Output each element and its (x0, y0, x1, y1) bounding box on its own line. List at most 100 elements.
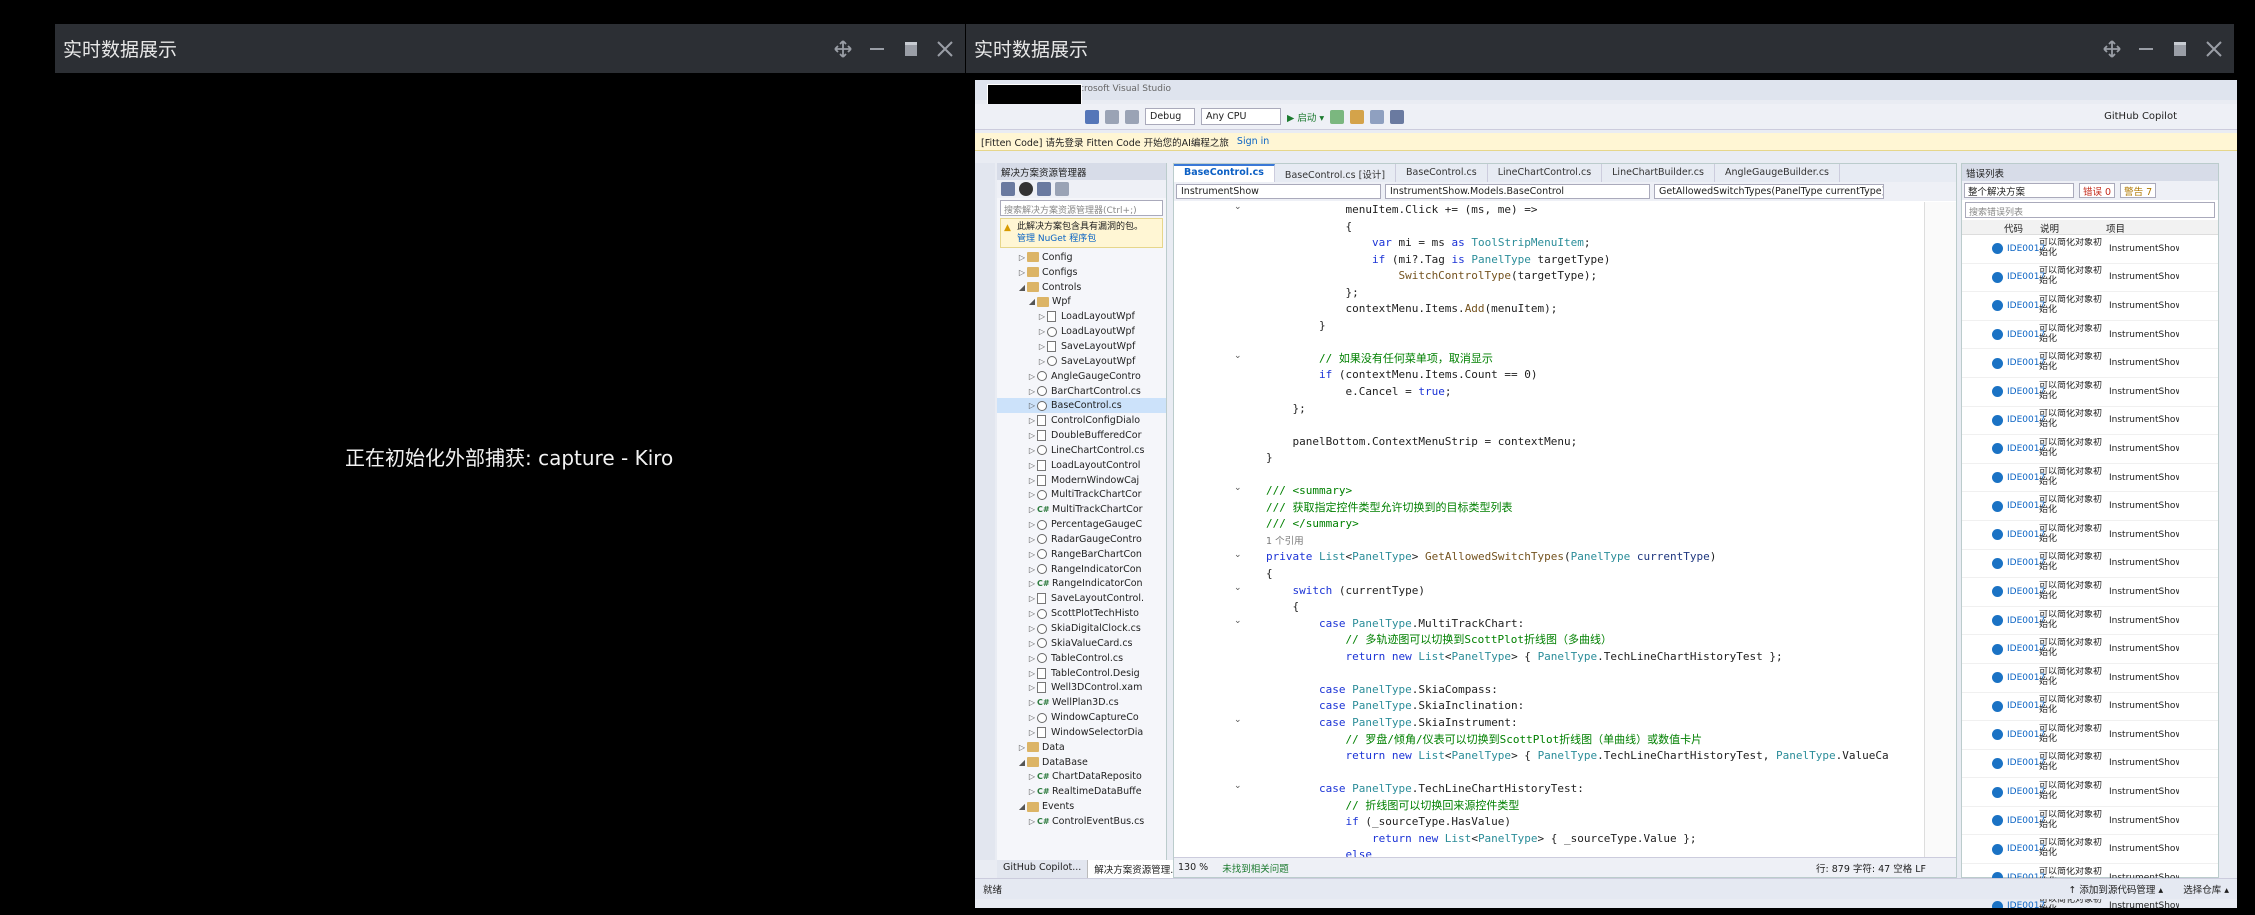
tool-icon[interactable] (1350, 109, 1365, 124)
tree-item[interactable]: ▷ Configs (997, 265, 1166, 280)
tool-icon[interactable] (1370, 109, 1385, 124)
maximize-icon[interactable] (2170, 39, 2190, 59)
error-code[interactable]: IDE0017 (2007, 701, 2045, 711)
expand-icon[interactable]: ▷ (1027, 565, 1037, 574)
expand-icon[interactable]: ▷ (1027, 446, 1037, 455)
expand-icon[interactable]: ▷ (1027, 520, 1037, 529)
tree-item[interactable]: ▷ C# ControlEventBus.cs (997, 814, 1166, 829)
error-code[interactable]: IDE0017 (2007, 730, 2045, 740)
bookmark-icon[interactable] (1390, 109, 1405, 124)
error-row[interactable]: IDE0017可以简化对象初始化 InstrumentShow (1962, 750, 2218, 779)
tree-item[interactable]: ▷ RangeBarChartCon (997, 547, 1166, 562)
expand-icon[interactable]: ▷ (1027, 639, 1037, 648)
add-to-source-control[interactable]: ↑ 添加到源代码管理 ▴ (2068, 882, 2163, 896)
expand-icon[interactable]: ◢ (1017, 758, 1027, 767)
fold-icon[interactable]: ⌄ (1234, 781, 1244, 791)
warnings-badge[interactable]: 警告 7 (2120, 183, 2157, 198)
tree-item[interactable]: ▷ RangeIndicatorCon (997, 562, 1166, 577)
github-copilot-button[interactable]: GitHub Copilot (2104, 111, 2177, 122)
minimize-icon[interactable] (2136, 39, 2156, 59)
error-row[interactable]: IDE0017可以简化对象初始化 InstrumentShow (1962, 550, 2218, 579)
run-icon[interactable] (1330, 109, 1345, 124)
tree-item[interactable]: ▷ BaseControl.cs (997, 398, 1166, 414)
error-code[interactable]: IDE0017 (2007, 330, 2045, 340)
expand-icon[interactable]: ▷ (1027, 654, 1037, 663)
error-code[interactable]: IDE0017 (2007, 787, 2045, 797)
error-row[interactable]: IDE0017可以简化对象初始化 InstrumentShow (1962, 721, 2218, 750)
expand-icon[interactable]: ▷ (1017, 268, 1027, 277)
expand-icon[interactable]: ▷ (1027, 594, 1037, 603)
tab-github-copilot[interactable]: GitHub Copilot... (997, 860, 1089, 878)
save-icon[interactable] (1085, 109, 1099, 124)
tree-item[interactable]: ▷ WindowSelectorDia (997, 725, 1166, 740)
expand-icon[interactable]: ▷ (1027, 505, 1037, 514)
error-row[interactable]: IDE0017可以简化对象初始化 InstrumentShow (1962, 435, 2218, 464)
tree-item[interactable]: ▷ Config (997, 250, 1166, 265)
error-row[interactable]: IDE0017可以简化对象初始化 InstrumentShow (1962, 521, 2218, 550)
col-desc[interactable]: 说明 (2036, 220, 2102, 235)
error-code[interactable]: IDE0017 (2007, 587, 2045, 597)
tab-basecontrol-design[interactable]: BaseControl.cs [设计] (1275, 164, 1397, 182)
tree-item[interactable]: ▷ SkiaValueCard.cs (997, 636, 1166, 651)
tree-item[interactable]: ▷ C# MultiTrackChartCor (997, 502, 1166, 517)
expand-icon[interactable]: ▷ (1027, 772, 1037, 781)
sign-in-link[interactable]: Sign in (1237, 136, 1269, 147)
expand-icon[interactable]: ▷ (1027, 401, 1037, 410)
expand-icon[interactable]: ▷ (1027, 728, 1037, 737)
tab-linechartcontrol[interactable]: LineChartControl.cs (1488, 164, 1603, 182)
error-row[interactable]: IDE0017可以简化对象初始化 InstrumentShow (1962, 607, 2218, 636)
error-row[interactable]: IDE0017可以简化对象初始化 InstrumentShow (1962, 693, 2218, 722)
expand-icon[interactable]: ▷ (1027, 579, 1037, 588)
fold-icon[interactable]: ⌄ (1234, 583, 1244, 593)
redo-icon[interactable] (1125, 109, 1139, 124)
fold-icon[interactable]: ⌄ (1234, 616, 1244, 626)
error-row[interactable]: IDE0017可以简化对象初始化 InstrumentShow (1962, 492, 2218, 521)
error-row[interactable]: IDE0017可以简化对象初始化 InstrumentShow (1962, 349, 2218, 378)
expand-icon[interactable]: ▷ (1027, 787, 1037, 796)
tab-basecontrol-cs-2[interactable]: BaseControl.cs (1396, 164, 1488, 182)
error-search-input[interactable]: 搜索错误列表 (1965, 202, 2215, 218)
expand-icon[interactable]: ▷ (1027, 669, 1037, 678)
error-row[interactable]: IDE0017可以简化对象初始化 InstrumentShow (1962, 664, 2218, 693)
start-button[interactable]: ▶ 启动 ▾ (1287, 110, 1324, 124)
expand-icon[interactable]: ▷ (1027, 624, 1037, 633)
error-row[interactable]: IDE0017可以简化对象初始化 InstrumentShow (1962, 835, 2218, 865)
move-icon[interactable] (833, 39, 853, 59)
tree-item[interactable]: ◢ Controls (997, 280, 1166, 295)
tree-item[interactable]: ▷ C# ChartDataReposito (997, 770, 1166, 785)
tree-item[interactable]: ▷ LoadLayoutWpf (997, 309, 1166, 324)
fold-icon[interactable]: ⌄ (1234, 351, 1244, 361)
tree-item[interactable]: ▷ Well3DControl.xam (997, 680, 1166, 695)
type-nav-select[interactable]: InstrumentShow.Models.BaseControl (1385, 184, 1650, 199)
expand-icon[interactable]: ▷ (1037, 342, 1047, 351)
expand-icon[interactable]: ▷ (1027, 387, 1037, 396)
expand-icon[interactable]: ▷ (1027, 698, 1037, 707)
error-row[interactable]: IDE0017可以简化对象初始化 InstrumentShow (1962, 235, 2218, 264)
tree-item[interactable]: ▷ ScottPlotTechHisto (997, 606, 1166, 621)
select-repo[interactable]: 选择仓库 ▴ (2183, 882, 2229, 896)
minimize-icon[interactable] (867, 39, 887, 59)
collapse-icon[interactable] (1055, 182, 1069, 196)
tree-item[interactable]: ◢ Wpf (997, 295, 1166, 310)
error-code[interactable]: IDE0017 (2007, 501, 2045, 511)
expand-icon[interactable]: ▷ (1027, 461, 1037, 470)
issues-status[interactable]: 未找到相关问题 (1222, 861, 1289, 875)
tree-item[interactable]: ◢ Events (997, 799, 1166, 814)
tree-item[interactable]: ▷ AngleGaugeContro (997, 369, 1166, 384)
tree-item[interactable]: ▷ TableControl.cs (997, 651, 1166, 666)
tree-item[interactable]: ▷ RadarGaugeContro (997, 532, 1166, 547)
code-area[interactable]: menuItem.Click += (ms, me) => { var mi =… (1266, 202, 1924, 857)
tree-item[interactable]: ▷ BarChartControl.cs (997, 384, 1166, 399)
tree-item[interactable]: ▷ MultiTrackChartCor (997, 488, 1166, 503)
expand-icon[interactable]: ▷ (1027, 713, 1037, 722)
fold-icon[interactable]: ⌄ (1234, 483, 1244, 493)
expand-icon[interactable]: ▷ (1037, 312, 1047, 321)
error-code[interactable]: IDE0017 (2007, 301, 2045, 311)
error-row[interactable]: IDE0017可以简化对象初始化 InstrumentShow (1962, 578, 2218, 607)
home-icon[interactable] (1001, 182, 1015, 196)
tab-basecontrol-cs[interactable]: BaseControl.cs (1174, 164, 1275, 182)
tab-solution-explorer[interactable]: 解决方案资源管理... (1088, 860, 1187, 878)
manage-nuget-link[interactable]: 管理 NuGet 程序包 (1017, 234, 1096, 244)
expand-icon[interactable]: ▷ (1027, 476, 1037, 485)
error-code[interactable]: IDE0017 (2007, 844, 2045, 854)
